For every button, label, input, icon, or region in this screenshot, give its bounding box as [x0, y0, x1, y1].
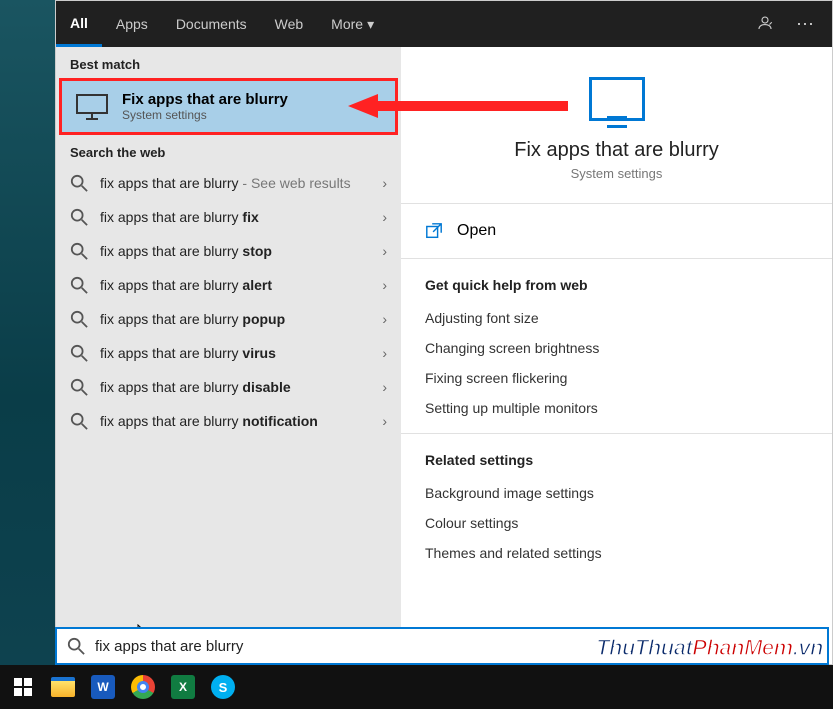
tab-apps[interactable]: Apps	[102, 1, 162, 47]
preview-subtitle: System settings	[571, 166, 663, 181]
preview-pane: Fix apps that are blurry System settings…	[401, 47, 832, 664]
best-match-result[interactable]: Fix apps that are blurry System settings	[59, 78, 398, 135]
open-label: Open	[457, 222, 496, 240]
monitor-icon	[76, 94, 108, 120]
feedback-icon[interactable]	[756, 14, 774, 35]
related-link[interactable]: Colour settings	[425, 508, 808, 538]
preview-title: Fix apps that are blurry	[514, 139, 719, 162]
web-suggestion-text: fix apps that are blurry stop	[100, 243, 363, 260]
start-button[interactable]	[8, 672, 38, 702]
web-suggestion[interactable]: fix apps that are blurry fix ›	[56, 200, 401, 234]
search-icon	[70, 242, 88, 260]
best-match-title: Fix apps that are blurry	[122, 91, 288, 108]
help-link[interactable]: Changing screen brightness	[425, 333, 808, 363]
quick-help-block: Get quick help from web Adjusting font s…	[401, 259, 832, 434]
web-suggestion[interactable]: fix apps that are blurry notification ›	[56, 404, 401, 438]
search-tabs-bar: All Apps Documents Web More ▾ ⋯	[56, 1, 832, 47]
quick-help-title: Get quick help from web	[425, 277, 808, 293]
related-link[interactable]: Background image settings	[425, 478, 808, 508]
chevron-right-icon: ›	[375, 413, 387, 429]
more-options-icon[interactable]: ⋯	[796, 14, 814, 35]
search-icon	[70, 208, 88, 226]
chevron-right-icon: ›	[375, 379, 387, 395]
search-input[interactable]	[95, 638, 817, 655]
web-suggestion[interactable]: fix apps that are blurry virus ›	[56, 336, 401, 370]
related-settings-title: Related settings	[425, 452, 808, 468]
web-suggestion-text: fix apps that are blurry virus	[100, 345, 363, 362]
results-pane: Best match Fix apps that are blurry Syst…	[56, 47, 401, 664]
tab-web[interactable]: Web	[261, 1, 318, 47]
help-link[interactable]: Setting up multiple monitors	[425, 393, 808, 423]
web-results-list: fix apps that are blurry - See web resul…	[56, 166, 401, 664]
web-suggestion-text: fix apps that are blurry popup	[100, 311, 363, 328]
web-suggestion-text: fix apps that are blurry fix	[100, 209, 363, 226]
chevron-down-icon: ▾	[367, 16, 374, 33]
web-suggestion[interactable]: fix apps that are blurry disable ›	[56, 370, 401, 404]
taskbar-file-explorer[interactable]	[48, 672, 78, 702]
help-link[interactable]: Fixing screen flickering	[425, 363, 808, 393]
search-icon	[70, 276, 88, 294]
search-bar[interactable]	[55, 627, 829, 665]
chevron-right-icon: ›	[375, 209, 387, 225]
web-suggestion-text: fix apps that are blurry - See web resul…	[100, 175, 363, 192]
tab-more[interactable]: More ▾	[317, 1, 388, 47]
search-icon	[70, 412, 88, 430]
best-match-subtitle: System settings	[122, 108, 288, 122]
web-suggestion[interactable]: fix apps that are blurry - See web resul…	[56, 166, 401, 200]
web-suggestion-text: fix apps that are blurry notification	[100, 413, 363, 430]
search-content: Best match Fix apps that are blurry Syst…	[56, 47, 832, 664]
web-suggestion-text: fix apps that are blurry alert	[100, 277, 363, 294]
taskbar: W X S	[0, 665, 833, 709]
search-icon	[70, 378, 88, 396]
web-suggestion[interactable]: fix apps that are blurry alert ›	[56, 268, 401, 302]
search-icon	[70, 174, 88, 192]
search-icon	[70, 344, 88, 362]
search-icon	[67, 637, 85, 655]
preview-monitor-icon	[589, 77, 645, 121]
tab-all[interactable]: All	[56, 1, 102, 47]
open-icon	[425, 222, 443, 240]
taskbar-word[interactable]: W	[88, 672, 118, 702]
chevron-right-icon: ›	[375, 311, 387, 327]
tab-more-label: More	[331, 16, 363, 32]
topbar-actions: ⋯	[756, 14, 832, 35]
best-match-text: Fix apps that are blurry System settings	[122, 91, 288, 122]
help-link[interactable]: Adjusting font size	[425, 303, 808, 333]
web-suggestion[interactable]: fix apps that are blurry stop ›	[56, 234, 401, 268]
chevron-right-icon: ›	[375, 277, 387, 293]
taskbar-skype[interactable]: S	[208, 672, 238, 702]
best-match-label: Best match	[56, 47, 401, 78]
chevron-right-icon: ›	[375, 243, 387, 259]
desktop-background-strip	[0, 0, 55, 665]
open-action[interactable]: Open	[401, 204, 832, 259]
preview-header: Fix apps that are blurry System settings	[401, 47, 832, 204]
search-icon	[70, 310, 88, 328]
web-suggestion-text: fix apps that are blurry disable	[100, 379, 363, 396]
search-web-label: Search the web	[56, 135, 401, 166]
related-settings-block: Related settings Background image settin…	[401, 434, 832, 578]
tab-documents[interactable]: Documents	[162, 1, 261, 47]
web-suggestion[interactable]: fix apps that are blurry popup ›	[56, 302, 401, 336]
chevron-right-icon: ›	[375, 175, 387, 191]
chevron-right-icon: ›	[375, 345, 387, 361]
taskbar-chrome[interactable]	[128, 672, 158, 702]
taskbar-excel[interactable]: X	[168, 672, 198, 702]
search-window: All Apps Documents Web More ▾ ⋯ Best mat…	[55, 0, 833, 665]
related-link[interactable]: Themes and related settings	[425, 538, 808, 568]
